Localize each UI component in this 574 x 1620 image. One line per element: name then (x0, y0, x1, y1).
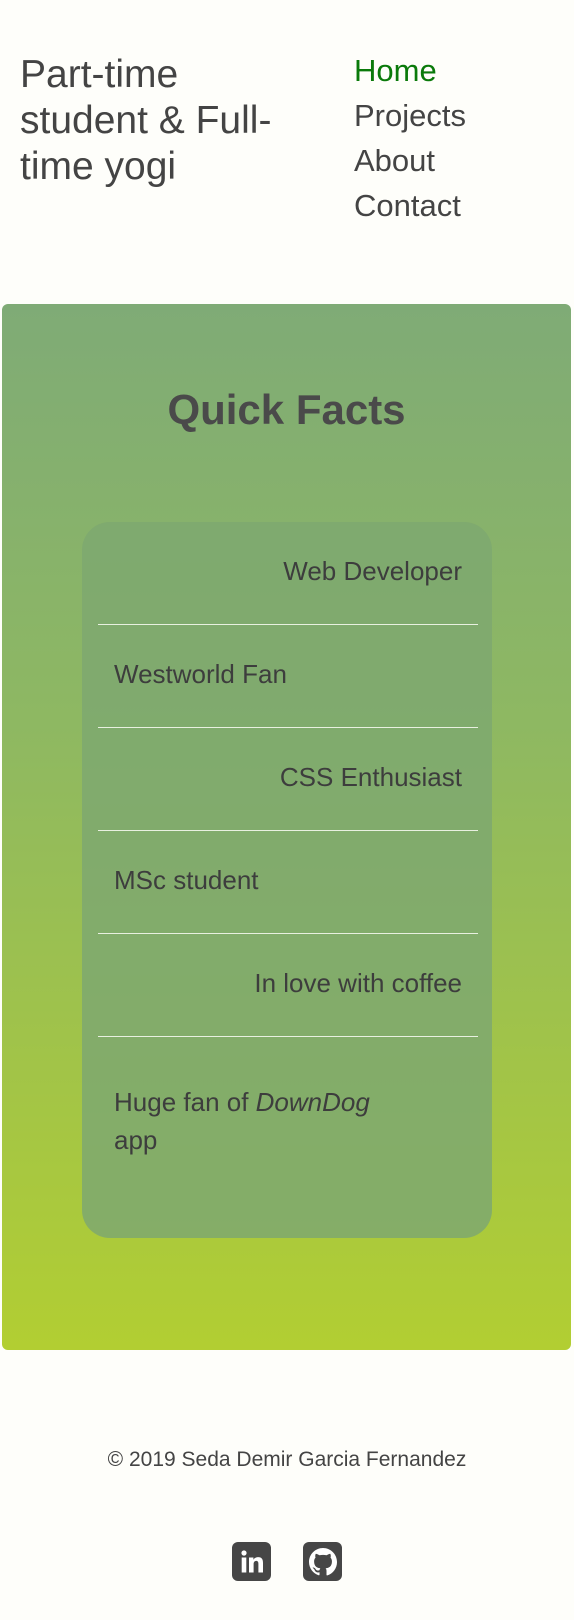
fact-prefix: Huge fan of (114, 1087, 256, 1117)
nav-about[interactable]: About (354, 138, 466, 183)
quick-facts-title: Quick Facts (167, 386, 406, 433)
site-tagline: Part-time student & Full-time yogi (20, 53, 272, 188)
quick-facts-section: Quick Facts Web Developer Westworld Fan … (2, 304, 571, 1350)
fact-item: CSS Enthusiast (98, 728, 478, 831)
nav-home[interactable]: Home (354, 48, 466, 93)
social-links (232, 1542, 342, 1581)
fact-suffix: app (114, 1125, 158, 1155)
fact-text: MSc student (114, 865, 259, 895)
fact-emphasis: DownDog (255, 1087, 370, 1117)
linkedin-icon[interactable] (232, 1542, 271, 1581)
fact-item: In love with coffee (98, 934, 478, 1037)
fact-text: CSS Enthusiast (279, 762, 462, 792)
fact-text: Web Developer (283, 556, 462, 586)
quick-facts-card: Web Developer Westworld Fan CSS Enthusia… (82, 522, 492, 1238)
fact-item: MSc student (98, 831, 478, 934)
github-icon[interactable] (303, 1542, 342, 1581)
nav-projects[interactable]: Projects (354, 93, 466, 138)
fact-text: In love with coffee (254, 968, 462, 998)
copyright: © 2019 Seda Demir Garcia Fernandez (107, 1448, 467, 1471)
fact-text: Huge fan of DownDog app (114, 1083, 404, 1159)
fact-text: Westworld Fan (114, 659, 287, 689)
fact-item: Web Developer (98, 522, 478, 625)
nav-contact[interactable]: Contact (354, 183, 466, 228)
main-nav: Home Projects About Contact (354, 48, 466, 228)
fact-item: Westworld Fan (98, 625, 478, 728)
fact-item: Huge fan of DownDog app (98, 1037, 478, 1197)
